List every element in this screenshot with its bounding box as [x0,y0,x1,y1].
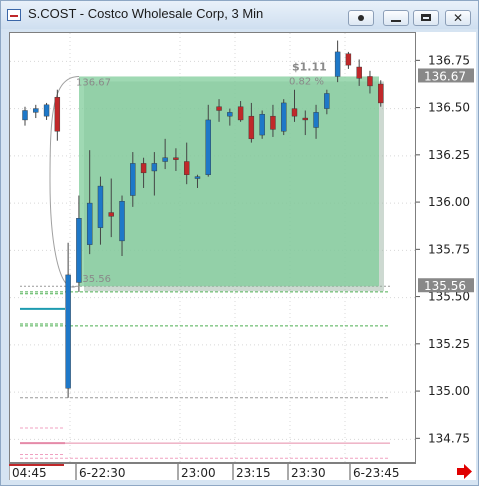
candle-body [151,163,158,172]
price-tick-label: 134.75 [428,431,470,445]
candle-body [334,51,341,77]
candle-body [237,106,244,121]
price-axis-labels: 136.75136.50136.25136.00135.75135.50135.… [416,53,474,445]
candle-body [227,112,233,117]
chart-app-icon [7,9,21,21]
session-marker [9,464,64,466]
candle-body [54,97,61,132]
candle-body [291,108,298,117]
candle-body [248,115,255,140]
time-tick-label: 04:45 [12,466,47,480]
price-tick-label: 136.00 [428,195,470,209]
measure-change-label: $1.11 [292,60,327,73]
window-title: S.COST - Costco Wholesale Corp, 3 Min [28,6,264,21]
candle-body [43,104,50,117]
candle-body [281,102,287,132]
dot-icon [358,15,364,21]
candle-body [33,108,39,113]
candle-body [130,163,136,196]
candle-body [119,200,125,242]
candle-body [345,53,352,66]
close-icon: ✕ [453,11,464,25]
time-axis[interactable]: 04:45 6-22:30 23:00 23:15 23:30 6-23:45 [8,463,416,480]
candle-body [194,176,201,179]
candle-body [162,157,168,162]
candle-body [302,117,308,121]
minimize-button[interactable] [383,10,409,26]
candle-body [356,66,362,79]
time-axis-labels: 04:45 6-22:30 23:00 23:15 23:30 6-23:45 [8,464,400,480]
scroll-right-arrow-icon[interactable] [416,463,476,480]
price-tick-label: 135.25 [428,337,470,351]
candle-body [86,202,93,245]
current-price-label: 136.67 [424,69,466,83]
time-tick-label: 23:00 [181,466,216,480]
candle-body [108,212,114,217]
chart-plot-area[interactable]: 136.67 135.56 $1.11 0.82 % [9,32,416,463]
candle-body [270,115,276,130]
candle-body [259,114,265,136]
close-button[interactable]: ✕ [445,10,471,26]
measure-top-label: 136.67 [76,77,111,88]
candle-body [378,83,384,104]
minimize-icon [391,20,401,22]
price-tick-label: 136.75 [428,53,470,67]
candle-body [97,185,104,228]
candlestick-chart[interactable]: 136.67135.56$1.110.82 % [10,33,415,462]
candle-body [313,112,319,128]
time-tick-label: 23:15 [236,466,271,480]
candle-body [140,163,147,174]
measure-change-pct-label: 0.82 % [289,76,324,87]
current-price-label: 135.56 [424,279,466,293]
price-tick-label: 136.50 [428,101,470,115]
candle-body [173,157,179,160]
candle-body [76,218,82,283]
candle-body [324,93,330,109]
time-axis-corner [416,463,476,480]
candle-body [367,76,373,87]
candle-body [205,119,211,175]
price-tick-label: 135.75 [428,242,470,256]
maximize-icon [421,14,431,21]
measure-box [79,76,379,287]
title-bar[interactable]: S.COST - Costco Wholesale Corp, 3 Min ✕ [1,1,478,29]
chart-window: S.COST - Costco Wholesale Corp, 3 Min ✕ … [0,0,479,486]
candle-body [22,110,28,121]
price-tick-label: 136.25 [428,148,470,162]
dot-button[interactable] [348,10,374,26]
measure-arc [49,75,80,288]
maximize-button[interactable] [413,10,439,26]
candle-body [216,106,222,111]
time-tick-label: 23:30 [291,466,326,480]
candle-body [183,161,190,175]
price-tick-label: 135.00 [428,384,470,398]
time-tick-label: 6-22:30 [79,466,126,480]
price-axis[interactable]: 136.75 136.50 136.25 136.00 135.75 135.50 135.… [416,32,476,463]
candle-body [65,274,71,389]
time-tick-label: 6-23:45 [353,466,400,480]
